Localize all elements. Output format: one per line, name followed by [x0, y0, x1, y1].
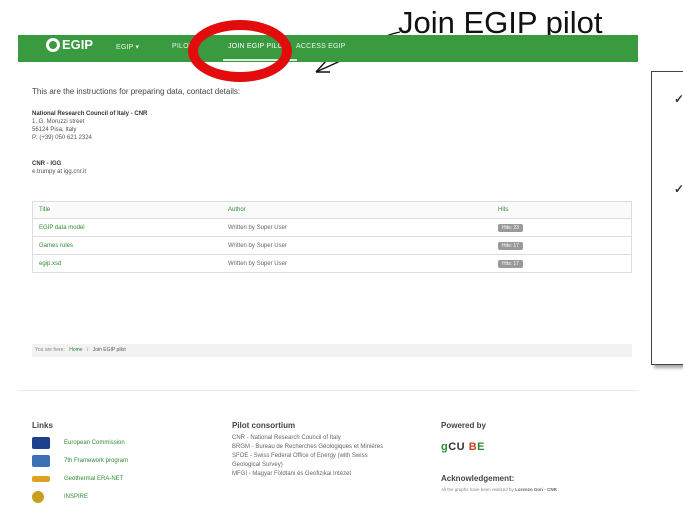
- footer-divider: [18, 390, 638, 391]
- org2-contact: CNR - IGG e.trumpy at igg.cnr.it: [32, 160, 86, 176]
- breadcrumb-home[interactable]: Home: [69, 347, 82, 353]
- org2-email: e.trumpy at igg.cnr.it: [32, 169, 87, 175]
- consortium-member: Geological Survey): [232, 462, 283, 468]
- footer-link-label[interactable]: Geothermal ERA-NET: [64, 476, 123, 482]
- callout-box: [651, 71, 683, 365]
- hits-badge: Hits: 17: [498, 259, 523, 268]
- header-hits[interactable]: Hits: [498, 207, 618, 213]
- gcube-logo[interactable]: gCU BE: [441, 441, 485, 453]
- org1-line: 1, G. Moruzzi street: [32, 119, 85, 125]
- footer-link[interactable]: European Commission: [32, 434, 128, 452]
- doc-author: Written by Super User: [228, 224, 287, 231]
- check-bullet-icon: ✓: [674, 92, 683, 106]
- doc-link[interactable]: Games rules: [39, 243, 234, 249]
- powered-by-heading: Powered by: [441, 421, 486, 430]
- logo-text: EGIP: [62, 37, 94, 52]
- table-row: Games rules Written by Super User Hits: …: [32, 237, 632, 255]
- acknowledgement-text: All the graphs have been realized by Lor…: [441, 487, 557, 492]
- acknowledgement-heading: Acknowledgement:: [441, 474, 515, 483]
- nav-access-egip[interactable]: ACCESS EGIP: [296, 43, 346, 50]
- consortium-member: CNR - National Research Council of Italy: [232, 435, 341, 441]
- hits-badge: Hits: 23: [498, 223, 523, 232]
- breadcrumb-current: Join EGIP pilot: [92, 347, 126, 353]
- table-header: Title Author Hits: [32, 201, 632, 219]
- logo-ring-icon: [46, 37, 60, 52]
- geothermal-era-net-logo-icon: [32, 476, 50, 482]
- links-heading: Links: [32, 421, 53, 430]
- consortium-member: BRGM - Bureau de Recherches Géologiques …: [232, 444, 384, 450]
- breadcrumb: You are here: Home / Join EGIP pilot: [32, 344, 632, 357]
- org1-contact: National Research Council of Italy - CNR…: [32, 110, 147, 142]
- ack-author: Lorenzo Gori - CNR: [515, 487, 557, 492]
- header-author[interactable]: Author: [228, 207, 498, 213]
- org1-name: National Research Council of Italy - CNR: [32, 111, 148, 117]
- fp7-logo-icon: [32, 455, 50, 467]
- intro-text: This are the instructions for preparing …: [32, 87, 241, 96]
- footer-link[interactable]: INSPIRE: [32, 488, 128, 506]
- documents-table: Title Author Hits EGIP data model Writte…: [32, 201, 632, 273]
- consortium-member: SFOE - Swiss Federal Office of Energy (w…: [232, 453, 368, 459]
- doc-author: Written by Super User: [228, 242, 287, 249]
- doc-author: Written by Super User: [228, 260, 287, 267]
- table-row: egip.xsd Written by Super User Hits: 17: [32, 255, 632, 273]
- breadcrumb-separator: /: [86, 347, 89, 353]
- table-row: EGIP data model Written by Super User Hi…: [32, 219, 632, 237]
- header-title[interactable]: Title: [39, 207, 234, 213]
- hits-badge: Hits: 17: [498, 241, 523, 250]
- consortium-member: MFGI - Magyar Földtani és Geofizikai Int…: [232, 471, 352, 477]
- org1-line: P: (+39) 050 621 2324: [32, 135, 92, 141]
- nav-egip-menu[interactable]: EGIP ▾: [116, 43, 139, 51]
- inspire-logo-icon: [32, 491, 44, 503]
- egip-logo[interactable]: EGIP: [46, 37, 93, 52]
- doc-link[interactable]: egip.xsd: [39, 261, 234, 267]
- top-navbar: EGIP EGIP ▾ PILOT JOIN EGIP PILOT ACCESS…: [18, 35, 638, 62]
- consortium-list: CNR - National Research Council of Italy…: [232, 434, 432, 479]
- check-bullet-icon: ✓: [674, 182, 683, 196]
- highlight-circle: [188, 20, 292, 82]
- breadcrumb-prefix: You are here:: [35, 347, 65, 353]
- footer-link-label[interactable]: European Commission: [64, 440, 125, 446]
- org1-line: 56124 Pisa, Italy: [32, 127, 77, 133]
- consortium-heading: Pilot consortium: [232, 421, 296, 430]
- eu-flag-icon: [32, 437, 50, 449]
- footer-link-label[interactable]: 7th Framework program: [64, 458, 128, 464]
- footer-link-label[interactable]: INSPIRE: [64, 494, 88, 500]
- footer-link[interactable]: 7th Framework program: [32, 452, 128, 470]
- footer-link[interactable]: Geothermal ERA-NET: [32, 470, 128, 488]
- footer-links: European Commission 7th Framework progra…: [32, 434, 128, 506]
- doc-link[interactable]: EGIP data model: [39, 225, 234, 231]
- org2-name: CNR - IGG: [32, 161, 62, 167]
